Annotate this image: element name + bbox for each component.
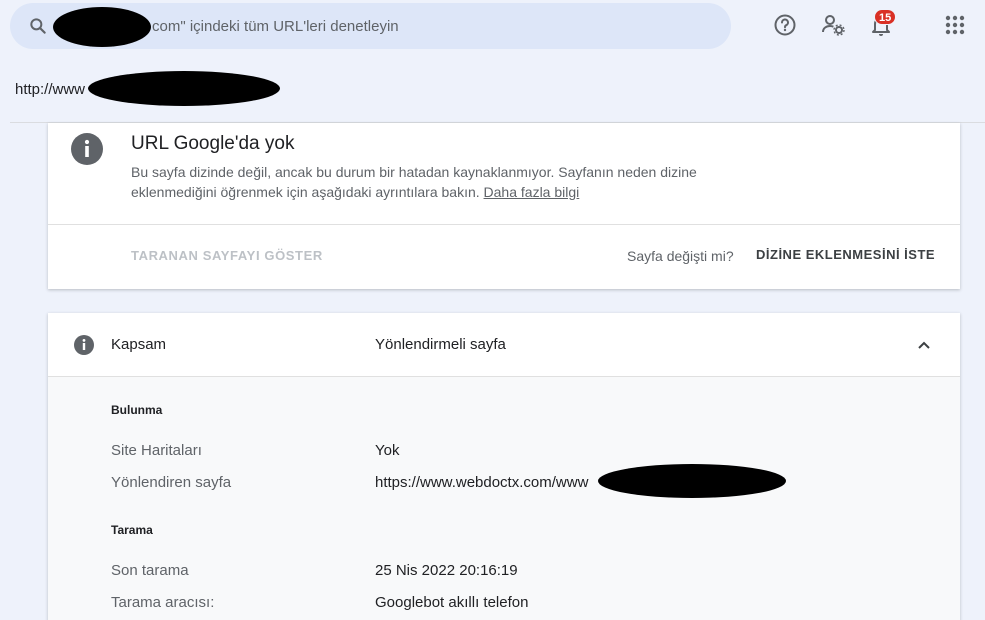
row-value-crawler: Googlebot akıllı telefon xyxy=(375,594,529,611)
section-title-crawl: Tarama xyxy=(111,523,153,537)
status-title: URL Google'da yok xyxy=(131,133,295,154)
redaction-mark xyxy=(53,7,151,47)
section-title-discovery: Bulunma xyxy=(111,403,163,417)
coverage-value: Yönlendirmeli sayfa xyxy=(375,336,506,353)
inspected-url: http://www xyxy=(15,81,86,98)
coverage-label: Kapsam xyxy=(111,336,167,353)
help-icon[interactable] xyxy=(772,12,798,38)
coverage-header[interactable]: Kapsam Yönlendirmeli sayfa xyxy=(48,313,960,377)
card-divider xyxy=(48,224,960,225)
search-input-text[interactable]: com" içindeki tüm URL'leri denetleyin xyxy=(152,18,399,35)
row-label-last-crawl: Son tarama xyxy=(111,562,189,579)
row-label-crawler: Tarama aracısı: xyxy=(111,594,215,611)
url-inspection-search[interactable]: com" içindeki tüm URL'leri denetleyin xyxy=(10,3,731,49)
learn-more-link[interactable]: Daha fazla bilgi xyxy=(484,184,580,200)
row-value-last-crawl: 25 Nis 2022 20:16:19 xyxy=(375,562,518,579)
info-icon xyxy=(74,335,94,355)
notification-count-badge: 15 xyxy=(874,9,897,25)
row-label-referring-page: Yönlendiren sayfa xyxy=(111,474,232,491)
status-description: Bu sayfa dizinde değil, ancak bu durum b… xyxy=(131,162,711,202)
redaction-mark xyxy=(88,71,280,106)
search-icon[interactable] xyxy=(28,16,48,36)
row-value-sitemaps: Yok xyxy=(375,442,400,459)
request-indexing-button[interactable]: DİZİNE EKLENMESİNİ İSTE xyxy=(756,247,935,262)
status-description-text: Bu sayfa dizinde değil, ancak bu durum b… xyxy=(131,164,697,200)
coverage-card: Kapsam Yönlendirmeli sayfa Bulunma Site … xyxy=(48,313,960,620)
manage-accounts-icon[interactable] xyxy=(820,12,846,38)
page-changed-question: Sayfa değişti mi? xyxy=(627,248,734,264)
row-label-sitemaps: Site Haritaları xyxy=(111,442,202,459)
row-value-referring-page: https://www.webdoctx.com/www xyxy=(375,474,589,491)
apps-grid-icon[interactable] xyxy=(942,12,968,38)
info-icon xyxy=(71,133,103,165)
redaction-mark xyxy=(598,464,786,498)
top-bar: com" içindeki tüm URL'leri denetleyin 15 xyxy=(0,0,985,52)
chevron-up-icon[interactable] xyxy=(914,335,934,355)
view-crawled-page-button[interactable]: TARANAN SAYFAYI GÖSTER xyxy=(131,248,323,263)
index-status-card: URL Google'da yok Bu sayfa dizinde değil… xyxy=(48,123,960,289)
